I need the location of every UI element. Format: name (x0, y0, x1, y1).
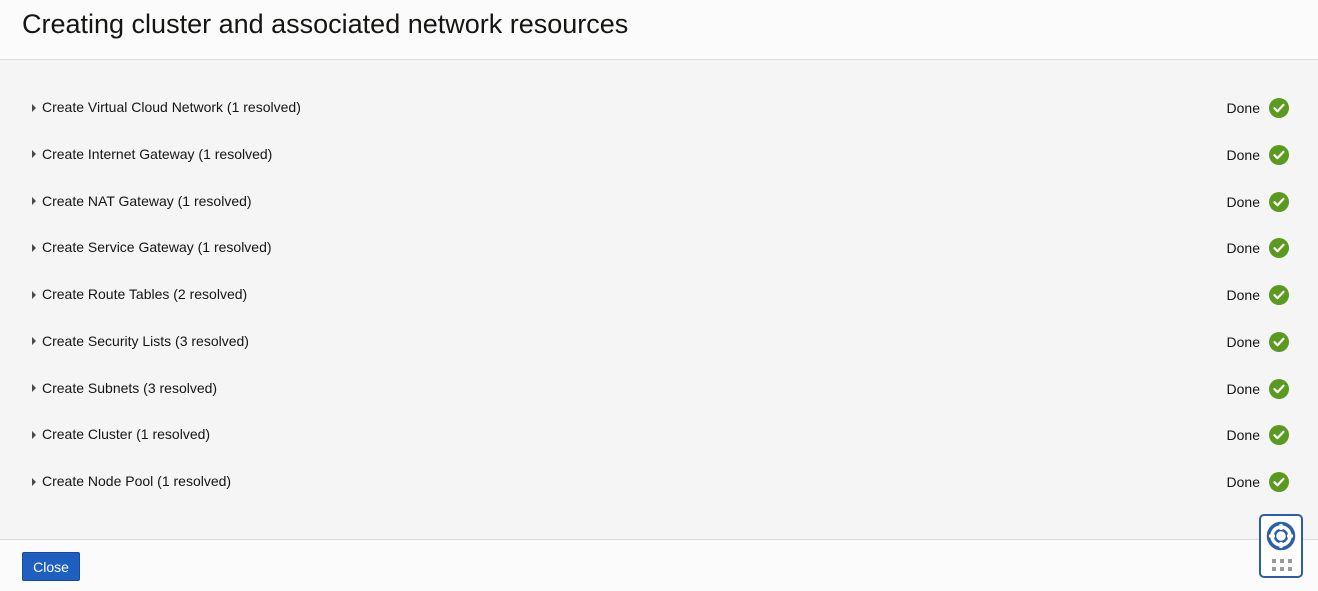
caret-right-icon[interactable] (24, 458, 44, 505)
task-row: Create Virtual Cloud Network (1 resolved… (0, 84, 1318, 131)
check-circle-icon (1269, 378, 1289, 399)
check-circle-icon (1269, 425, 1289, 446)
task-status: Done (1226, 144, 1289, 165)
task-row: Create Service Gateway (1 resolved) Done (0, 224, 1318, 271)
caret-right-icon[interactable] (24, 84, 44, 131)
caret-right-icon[interactable] (24, 318, 44, 365)
status-text: Done (1226, 287, 1260, 303)
help-widget[interactable] (1259, 514, 1303, 578)
check-circle-icon (1269, 285, 1289, 305)
status-text: Done (1226, 474, 1260, 490)
dialog-title: Creating cluster and associated network … (22, 9, 629, 39)
task-label[interactable]: Create Service Gateway (1 resolved) (42, 239, 272, 255)
task-label[interactable]: Create Route Tables (2 resolved) (42, 286, 247, 302)
task-label[interactable]: Create Security Lists (3 resolved) (42, 333, 249, 349)
task-status: Done (1226, 191, 1289, 212)
task-status: Done (1226, 238, 1289, 259)
task-status: Done (1226, 378, 1289, 399)
status-text: Done (1226, 146, 1260, 163)
task-status: Done (1227, 285, 1289, 305)
dialog-header: Creating cluster and associated network … (0, 0, 1318, 60)
task-row: Create Subnets (3 resolved) Done (0, 365, 1318, 412)
caret-right-icon[interactable] (24, 131, 44, 178)
task-status: Done (1226, 331, 1289, 352)
task-row: Create NAT Gateway (1 resolved) Done (0, 178, 1318, 225)
task-label[interactable]: Create Cluster (1 resolved) (42, 426, 210, 442)
check-circle-icon (1269, 331, 1289, 352)
task-label[interactable]: Create Internet Gateway (1 resolved) (42, 146, 272, 162)
check-circle-icon (1269, 144, 1289, 165)
status-text: Done (1226, 193, 1260, 210)
task-row: Create Internet Gateway (1 resolved) Don… (0, 131, 1318, 178)
task-label[interactable]: Create Subnets (3 resolved) (42, 380, 217, 396)
task-row: Create Security Lists (3 resolved) Done (0, 318, 1318, 365)
task-row: Create Route Tables (2 resolved) Done (0, 271, 1318, 318)
lifebuoy-icon[interactable] (1266, 521, 1296, 556)
check-circle-icon (1269, 98, 1289, 118)
task-list: Create Virtual Cloud Network (1 resolved… (0, 84, 1318, 505)
task-status: Done (1227, 472, 1289, 492)
task-status: Done (1226, 425, 1289, 446)
close-button[interactable]: Close (22, 552, 80, 581)
check-circle-icon (1269, 238, 1289, 259)
dialog-footer: Close (0, 539, 1318, 591)
creation-progress-dialog: Creating cluster and associated network … (0, 0, 1318, 591)
status-text: Done (1226, 380, 1260, 397)
status-text: Done (1226, 427, 1260, 444)
caret-right-icon[interactable] (24, 178, 44, 225)
task-row: Create Cluster (1 resolved) Done (0, 411, 1318, 458)
check-circle-icon (1269, 472, 1289, 492)
task-row: Create Node Pool (1 resolved) Done (0, 458, 1318, 505)
status-text: Done (1226, 333, 1260, 350)
caret-right-icon[interactable] (24, 224, 44, 271)
caret-right-icon[interactable] (24, 271, 44, 318)
task-status: Done (1227, 98, 1289, 118)
task-label[interactable]: Create Node Pool (1 resolved) (42, 473, 231, 489)
check-circle-icon (1269, 191, 1289, 212)
grid-dots-icon[interactable] (1272, 558, 1292, 576)
status-text: Done (1226, 240, 1260, 257)
status-text: Done (1226, 100, 1260, 116)
caret-right-icon[interactable] (24, 365, 44, 412)
caret-right-icon[interactable] (24, 411, 44, 458)
task-label[interactable]: Create NAT Gateway (1 resolved) (42, 193, 252, 209)
task-label[interactable]: Create Virtual Cloud Network (1 resolved… (42, 99, 301, 115)
